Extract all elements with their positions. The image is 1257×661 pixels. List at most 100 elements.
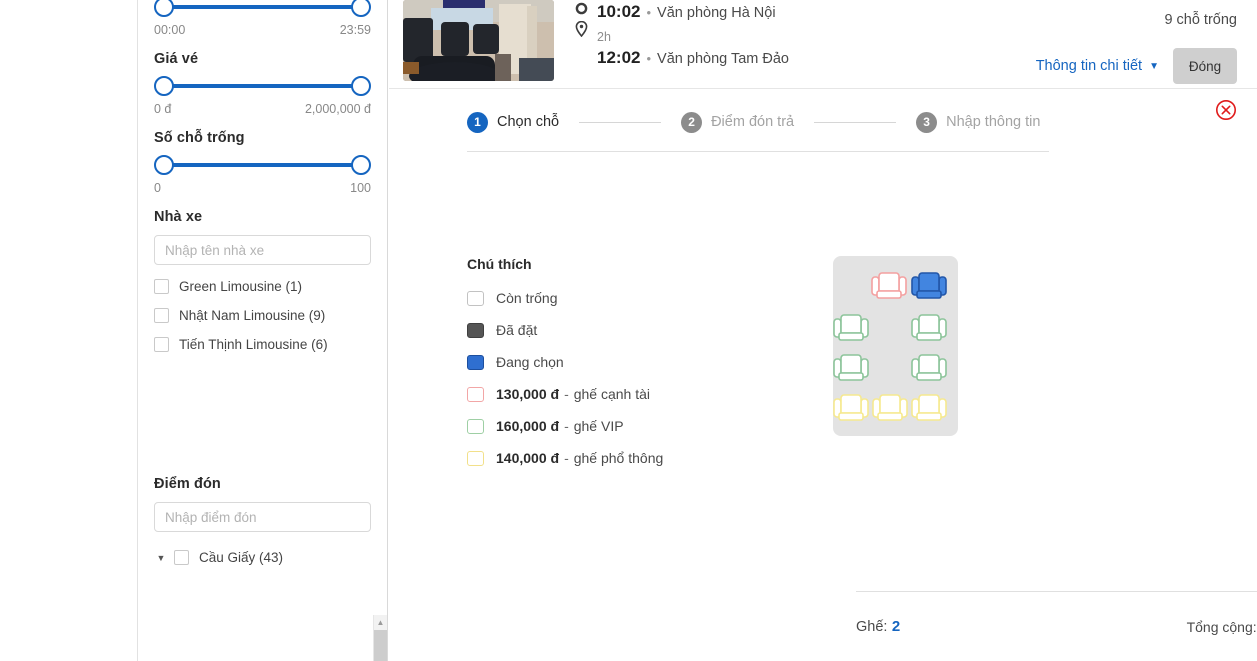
operator-filter-title: Nhà xe [154,209,203,225]
close-trip-button[interactable]: Đóng [1173,48,1237,84]
time-slider-labels: 00:00 23:59 [154,23,371,37]
chevron-down-icon[interactable]: ▼ [1149,61,1159,72]
seat-map[interactable] [833,256,958,436]
step-enter-info[interactable]: 3 Nhập thông tin [916,111,1041,133]
scroll-up-arrow-icon[interactable]: ▲ [374,615,387,630]
price-slider-labels: 0 đ 2,000,000 đ [154,102,371,116]
trip-arrive-place: Văn phòng Tam Đảo [657,51,789,67]
footer-divider [856,591,1257,592]
legend-dash: - [564,386,569,402]
time-slider-track[interactable] [164,5,361,9]
price-filter-title: Giá vé [154,51,199,67]
selected-seat-summary: Ghế: 2 [856,618,900,636]
seats-min-label: 0 [154,181,161,195]
step-number: 1 [467,111,488,133]
pickup-search-input[interactable] [154,502,371,532]
trip-detail-link[interactable]: Thông tin chi tiết [1036,58,1142,74]
operator-search-input[interactable] [154,235,371,265]
seat-seat-9[interactable] [911,392,947,424]
total-group: Tổng cộng: 130,000 đ Tiếp tục [1187,611,1257,644]
trip-actions: Thông tin chi tiết ▼ Đóng [1036,48,1237,84]
step-connector [814,121,897,123]
seats-range-slider[interactable] [154,150,371,180]
price-slider-handle-max[interactable] [351,76,371,96]
seats-slider-handle-max[interactable] [351,155,371,175]
step-label: Điểm đón trả [711,114,795,130]
price-min-label: 0 đ [154,102,172,116]
trip-depart-place: Văn phòng Hà Nội [657,5,776,21]
booking-footer: Ghế: 2 Tổng cộng: 130,000 đ Tiếp tục [856,606,1257,648]
legend-label: ghế phổ thông [573,450,664,466]
price-range-slider[interactable] [154,71,371,101]
legend-item-standard-seat: 140,000 đ - ghế phổ thông [467,442,797,474]
legend-label: ghế cạnh tài [573,386,651,402]
origin-circle-icon [575,2,587,15]
price-slider-handle-min[interactable] [154,76,174,96]
destination-pin-icon [575,21,587,37]
legend-price: 140,000 đ [496,450,560,466]
price-slider-track[interactable] [164,84,361,88]
checkbox-icon[interactable] [154,308,169,323]
seat-count-label: Ghế: [856,619,888,635]
checkbox-icon[interactable] [154,279,169,294]
checkbox-icon[interactable] [154,337,169,352]
legend-price: 130,000 đ [496,386,560,402]
seats-max-label: 100 [350,181,371,195]
close-icon[interactable] [1215,99,1237,121]
seat-seat-3[interactable] [833,312,869,344]
seats-slider-labels: 0 100 [154,181,371,195]
seat-state-icon [467,322,484,338]
seats-slider-handle-min[interactable] [154,155,174,175]
seat-seat-5[interactable] [833,352,869,384]
step-choose-seat[interactable]: 1 Chọn chỗ [467,111,559,133]
trip-header: 10:02 • Văn phòng Hà Nội 2h 12:02 • Văn … [389,0,1257,89]
legend-item-selecting: Đang chọn [467,346,797,378]
booking-stepper-wrap: 1 Chọn chỗ 2 Điểm đón trả 3 Nhập thông t… [389,89,1257,152]
operator-option-nhat-nam-limousine[interactable]: Nhật Nam Limousine (9) [154,308,371,323]
step-label: Nhập thông tin [946,114,1041,130]
seat-seat-2[interactable] [911,270,947,302]
seat-seat-8[interactable] [872,392,908,424]
seat-legend: Chú thích Còn trống Đã đặt Đang chọn 130… [467,256,797,474]
seat-seat-4[interactable] [911,312,947,344]
legend-label: Đang chọn [496,354,564,370]
legend-title: Chú thích [467,256,532,272]
pickup-tree-item-cau-giay[interactable]: ▼ Cầu Giấy (43) [154,550,371,565]
time-slider-handle-max[interactable] [351,0,371,17]
seat-count-value: 2 [891,618,901,635]
seats-available-text: 9 chỗ trống [1164,12,1237,28]
legend-label: Còn trống [496,290,558,306]
sidebar-scrollbar[interactable]: ▲ [373,615,387,661]
trip-depart-time: 10:02 [597,2,641,21]
seat-type-icon [467,450,484,466]
time-slider-handle-min[interactable] [154,0,174,17]
price-max-label: 2,000,000 đ [304,102,371,116]
seats-filter-title: Số chỗ trống [154,130,245,146]
scrollbar-thumb[interactable] [374,630,387,661]
chevron-down-icon[interactable]: ▼ [154,553,168,563]
legend-item-available: Còn trống [467,282,797,314]
seat-seat-1[interactable] [871,270,907,302]
trip-depart-row: 10:02 • Văn phòng Hà Nội [597,2,1237,26]
trip-timeline [573,2,589,37]
step-pickup-dropoff[interactable]: 2 Điểm đón trả [681,111,795,133]
seat-seat-6[interactable] [911,352,947,384]
seat-selection-area: Chú thích Còn trống Đã đặt Đang chọn 130… [389,152,1257,512]
time-range-slider[interactable] [154,0,371,22]
operator-option-green-limousine[interactable]: Green Limousine (1) [154,279,371,294]
checkbox-icon[interactable] [174,550,189,565]
legend-item-booked: Đã đặt [467,314,797,346]
operator-option-label: Tiến Thịnh Limousine (6) [179,337,328,352]
operator-option-tien-thinh-limousine[interactable]: Tiến Thịnh Limousine (6) [154,337,371,352]
seats-slider-track[interactable] [164,163,361,167]
bus-interior-thumbnail[interactable] [403,0,554,81]
time-min-label: 00:00 [154,23,186,37]
trip-arrive-time: 12:02 [597,48,641,67]
total-label: Tổng cộng: [1186,619,1257,635]
seat-seat-7[interactable] [833,392,869,424]
step-connector [579,121,662,123]
booking-stepper: 1 Chọn chỗ 2 Điểm đón trả 3 Nhập thông t… [467,105,1237,139]
filters-sidebar: 00:00 23:59 Giá vé 0 đ 2,000,000 đ Số ch… [137,0,388,661]
legend-item-vip-seat: 160,000 đ - ghế VIP [467,410,797,442]
time-max-label: 23:59 [339,23,371,37]
